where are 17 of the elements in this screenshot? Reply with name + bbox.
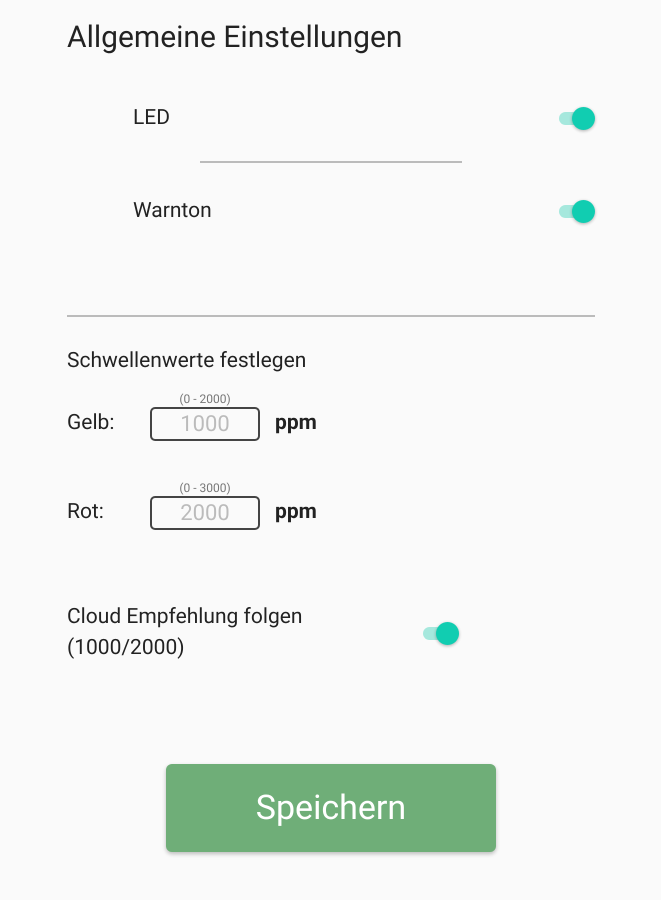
field-label: Rot: [67,500,105,526]
toggle-switch[interactable] [559,105,595,131]
toggle-label: LED [133,106,170,130]
toggle-label: Warnton [133,199,212,223]
section-heading: Schwellenwerte festlegen [67,348,308,375]
toggle-switch[interactable] [559,198,595,224]
page-title: Allgemeine Einstellungen [67,19,404,57]
toggle-label: Cloud Empfehlung folgen (1000/2000) [67,604,302,662]
save-button[interactable]: Speichern [166,764,496,852]
field-label: Gelb: [67,411,116,437]
toggle-switch[interactable] [423,620,459,646]
unit-label: ppm [275,411,317,437]
range-hint: (0 - 2000) [179,391,231,407]
number-input[interactable]: 2000 [150,496,260,530]
unit-label: ppm [275,500,317,526]
range-hint: (0 - 3000) [179,480,231,496]
number-input[interactable]: 1000 [150,407,260,441]
